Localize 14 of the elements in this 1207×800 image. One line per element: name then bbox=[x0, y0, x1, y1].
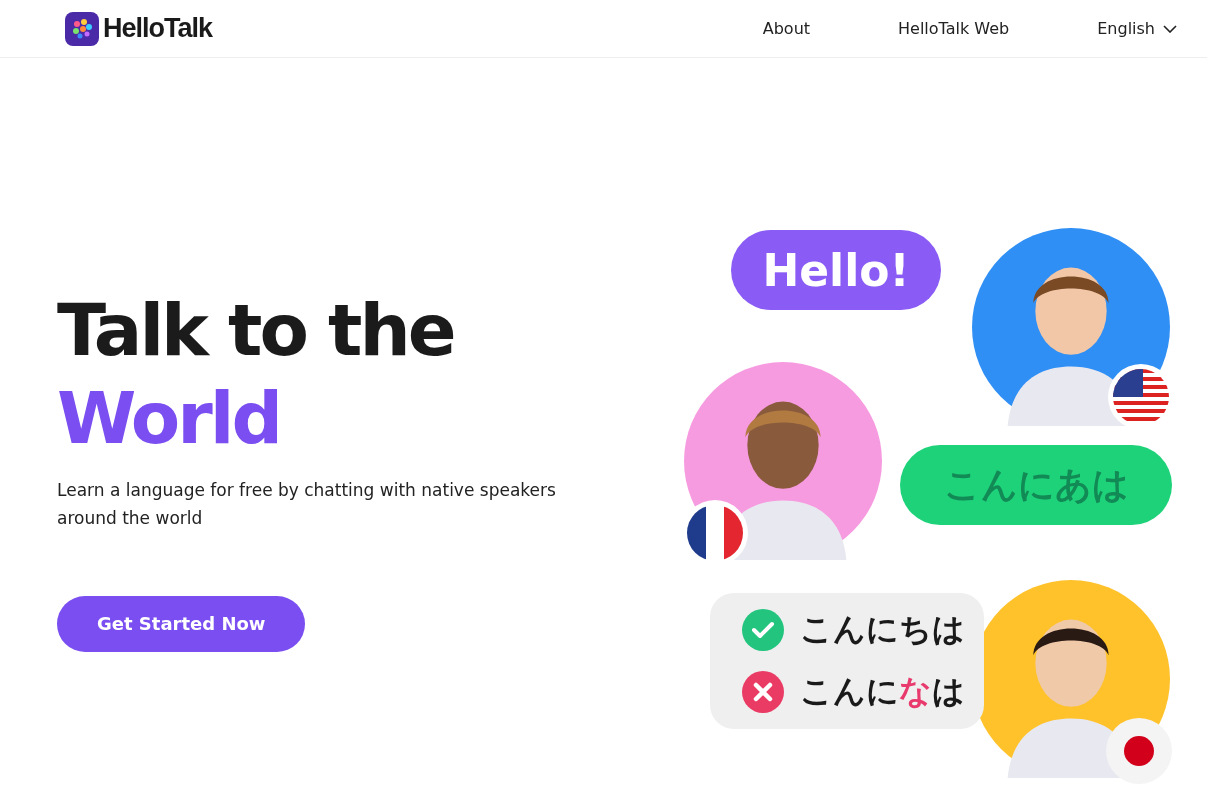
logo-icon bbox=[65, 11, 99, 46]
speech-bubble: Hello! bbox=[731, 230, 941, 310]
nav-link[interactable]: About bbox=[762, 19, 811, 38]
logo-wordmark[interactable]: HelloTalk bbox=[103, 13, 213, 44]
speech-bubble: こんにあは bbox=[900, 445, 1172, 525]
hero-title: Talk to the World bbox=[57, 286, 455, 462]
chevron-down-icon bbox=[1163, 24, 1177, 33]
nav-link[interactable]: HelloTalk Web bbox=[898, 19, 1010, 38]
japan-flag-icon bbox=[1106, 718, 1172, 784]
answer-text: こんになは bbox=[800, 671, 965, 712]
answer-text: こんにちは bbox=[800, 609, 965, 650]
get-started-button[interactable]: Get Started Now bbox=[57, 595, 306, 652]
language-selector[interactable]: English bbox=[1097, 19, 1177, 38]
hero-subtitle: Learn a language for free by chatting with native speakers around the world bbox=[57, 478, 557, 530]
